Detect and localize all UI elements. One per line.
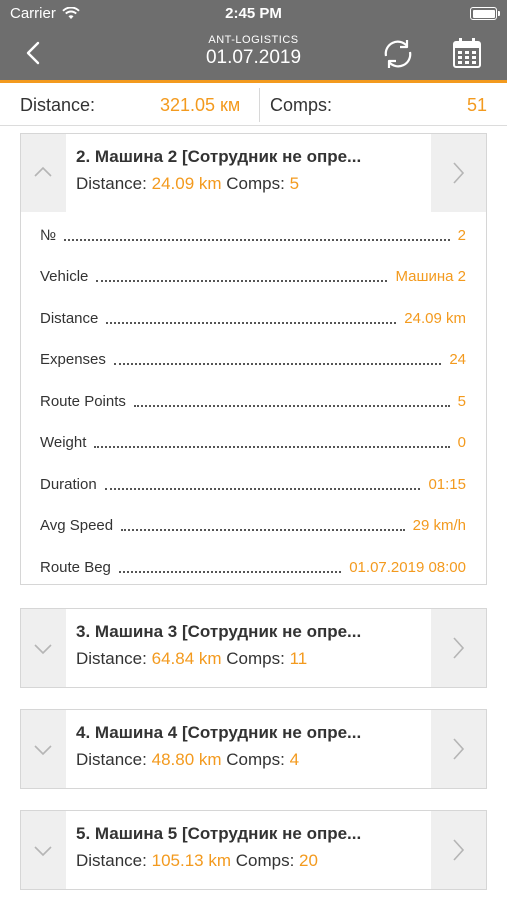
comps-label: Comps: <box>226 750 285 769</box>
detail-row: Distance 24.09 km <box>40 305 466 327</box>
detail-label: Duration <box>40 476 97 493</box>
chevron-right-icon <box>453 738 465 760</box>
collapse-toggle[interactable] <box>21 134 66 212</box>
comps-value: 5 <box>289 174 300 193</box>
detail-row: Route Points 5 <box>40 388 466 410</box>
route-title: 2. Машина 2 [Сотрудник не опре... <box>76 147 362 166</box>
open-route-button[interactable] <box>431 609 486 687</box>
distance-value: 24.09 km <box>151 174 222 193</box>
route-card[interactable]: 2. Машина 2 [Сотрудник не опре... Distan… <box>20 133 487 213</box>
comps-label: Comps: <box>226 649 285 668</box>
detail-value: Машина 2 <box>395 268 466 285</box>
detail-label: Vehicle <box>40 268 89 285</box>
nav-accent-line <box>0 80 507 83</box>
calendar-icon[interactable] <box>452 36 482 70</box>
detail-label: Route Points <box>40 393 126 410</box>
chevron-right-icon <box>453 839 465 861</box>
status-time: 2:45 PM <box>225 5 282 22</box>
app-name: ANT-LOGISTICS <box>208 34 299 46</box>
detail-label: Expenses <box>40 351 106 368</box>
detail-value: 24 <box>449 351 466 368</box>
detail-label: Avg Speed <box>40 517 114 534</box>
detail-row: № 2 <box>40 222 466 244</box>
route-stats: Distance: 64.84 km Comps: 11 <box>76 649 431 669</box>
route-card[interactable]: 5. Машина 5 [Сотрудник не опре... Distan… <box>20 810 487 890</box>
chevron-right-icon <box>453 162 465 184</box>
route-card[interactable]: 4. Машина 4 [Сотрудник не опре... Distan… <box>20 709 487 789</box>
distance-label: Distance: <box>76 851 147 870</box>
route-details: № 2 Vehicle Машина 2 Distance 24.09 km E… <box>20 212 487 585</box>
detail-row: Route Beg 01.07.2019 08:00 <box>40 554 466 576</box>
total-distance-label: Distance: <box>20 95 96 115</box>
detail-label: № <box>40 227 57 244</box>
route-card-body[interactable]: 5. Машина 5 [Сотрудник не опре... Distan… <box>66 811 431 889</box>
chevron-up-icon <box>34 166 52 177</box>
total-distance-value: 321.05 км <box>160 95 241 115</box>
summary-bar: Distance: 321.05 км Comps: 51 <box>0 84 507 126</box>
detail-value: 5 <box>457 393 466 410</box>
comps-value: 11 <box>289 649 308 668</box>
route-stats: Distance: 24.09 km Comps: 5 <box>76 174 431 194</box>
distance-value: 64.84 km <box>151 649 222 668</box>
route-stats: Distance: 105.13 km Comps: 20 <box>76 851 431 871</box>
total-comps-value: 51 <box>466 95 487 115</box>
nav-bar: ANT-LOGISTICS 01.07.2019 <box>0 28 507 83</box>
route-card-body[interactable]: 2. Машина 2 [Сотрудник не опре... Distan… <box>66 134 431 212</box>
selected-date: 01.07.2019 <box>205 47 302 68</box>
expand-toggle[interactable] <box>21 710 66 788</box>
distance-label: Distance: <box>76 750 147 769</box>
refresh-icon[interactable] <box>380 37 416 71</box>
detail-label: Distance <box>40 310 99 327</box>
total-comps-label: Comps: <box>270 95 333 115</box>
route-card-body[interactable]: 3. Машина 3 [Сотрудник не опре... Distan… <box>66 609 431 687</box>
detail-label: Weight <box>40 434 87 451</box>
route-title: 4. Машина 4 [Сотрудник не опре... <box>76 723 362 742</box>
detail-value: 01.07.2019 08:00 <box>349 559 466 576</box>
comps-value: 4 <box>289 750 300 769</box>
comps-label: Comps: <box>226 174 285 193</box>
status-bar: Carrier 2:45 PM <box>0 0 507 28</box>
detail-value: 24.09 km <box>404 310 466 327</box>
comps-label: Comps: <box>235 851 295 870</box>
detail-value: 29 km/h <box>412 517 466 534</box>
route-card[interactable]: 3. Машина 3 [Сотрудник не опре... Distan… <box>20 608 487 688</box>
battery-icon <box>470 7 500 20</box>
open-route-button[interactable] <box>431 811 486 889</box>
chevron-down-icon <box>34 745 52 756</box>
route-title: 5. Машина 5 [Сотрудник не опре... <box>76 824 362 843</box>
distance-label: Distance: <box>76 174 147 193</box>
open-route-button[interactable] <box>431 710 486 788</box>
expand-toggle[interactable] <box>21 609 66 687</box>
route-title: 3. Машина 3 [Сотрудник не опре... <box>76 622 362 641</box>
distance-value: 48.80 km <box>151 750 222 769</box>
detail-row: Avg Speed 29 km/h <box>40 512 466 534</box>
detail-row: Expenses 24 <box>40 346 466 368</box>
summary-divider <box>259 88 260 122</box>
distance-label: Distance: <box>76 649 147 668</box>
detail-row: Weight 0 <box>40 429 466 451</box>
chevron-right-icon <box>453 637 465 659</box>
expand-toggle[interactable] <box>21 811 66 889</box>
chevron-down-icon <box>34 846 52 857</box>
detail-row: Vehicle Машина 2 <box>40 263 466 285</box>
chevron-down-icon <box>34 644 52 655</box>
detail-value: 2 <box>457 227 466 244</box>
detail-value: 01:15 <box>428 476 466 493</box>
detail-label: Route Beg <box>40 559 111 576</box>
open-route-button[interactable] <box>431 134 486 212</box>
distance-value: 105.13 km <box>151 851 231 870</box>
detail-row: Duration 01:15 <box>40 471 466 493</box>
nav-title-block: ANT-LOGISTICS 01.07.2019 <box>0 34 507 69</box>
route-card-body[interactable]: 4. Машина 4 [Сотрудник не опре... Distan… <box>66 710 431 788</box>
detail-value: 0 <box>457 434 466 451</box>
route-stats: Distance: 48.80 km Comps: 4 <box>76 750 431 770</box>
comps-value: 20 <box>299 851 318 870</box>
